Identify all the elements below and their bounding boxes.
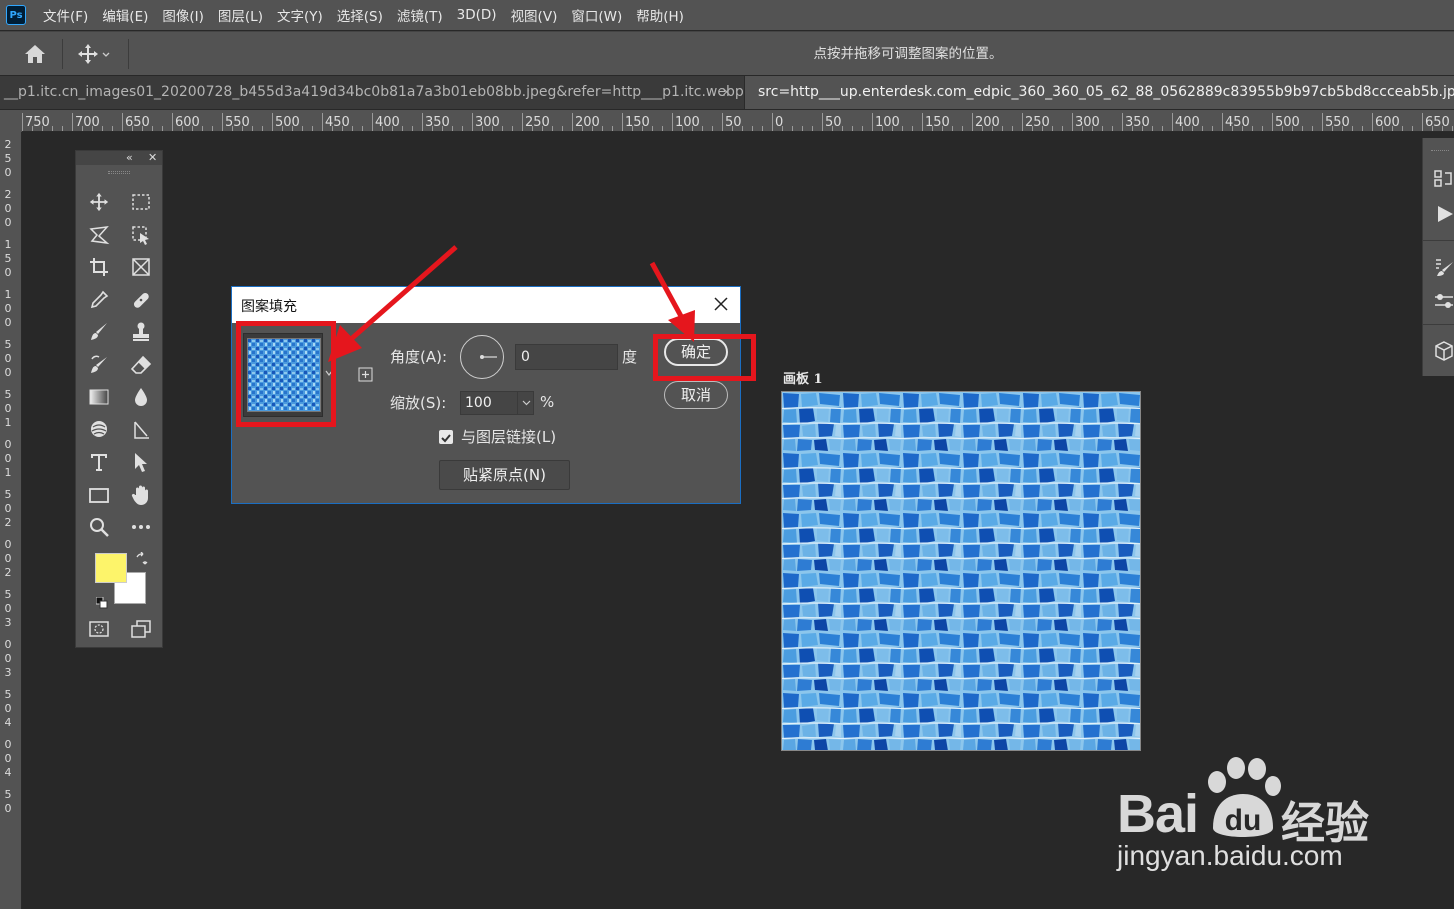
- watermark-url: jingyan.baidu.com: [1117, 840, 1343, 871]
- watermark-brand-du: du: [1225, 804, 1262, 837]
- paw-icon: du: [1208, 757, 1281, 837]
- red-arrow-icon: [328, 245, 458, 362]
- red-arrow-icon: [649, 261, 695, 342]
- watermark-brand: Bai: [1117, 784, 1199, 844]
